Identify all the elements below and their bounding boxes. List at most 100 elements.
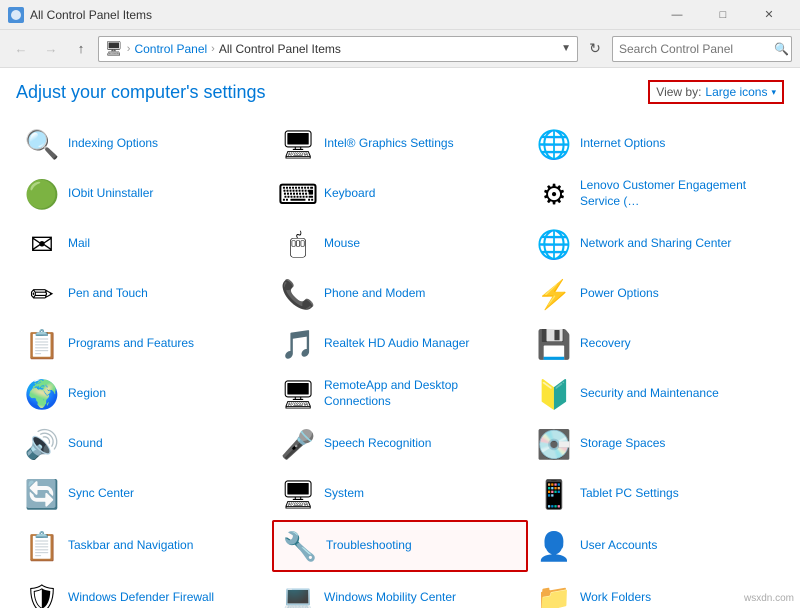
- grid-item-security[interactable]: 🔰Security and Maintenance: [528, 370, 784, 418]
- storage-icon: 💽: [536, 426, 572, 462]
- grid-item-indexing-options[interactable]: 🔍Indexing Options: [16, 120, 272, 168]
- remoteapp-icon: 🖥: [280, 376, 316, 412]
- grid-item-windows-defender[interactable]: 🛡 Windows Defender Firewall: [16, 574, 272, 608]
- grid-item-user-accounts[interactable]: 👤User Accounts: [528, 520, 784, 572]
- iobit-uninstaller-icon: 🟢: [24, 176, 60, 212]
- search-box[interactable]: 🔍: [612, 36, 792, 62]
- main: Adjust your computer's settings View by:…: [0, 68, 800, 608]
- view-by-control[interactable]: View by: Large icons ▾: [648, 80, 784, 104]
- grid-item-troubleshooting[interactable]: 🔧Troubleshooting: [272, 520, 528, 572]
- speech-label: Speech Recognition: [324, 436, 431, 452]
- address-box[interactable]: 🖥 › Control Panel › All Control Panel It…: [98, 36, 578, 62]
- addressbar: ← → ↑ 🖥 › Control Panel › All Control Pa…: [0, 30, 800, 68]
- pen-touch-icon: ✏: [24, 276, 60, 312]
- titlebar-icon: [8, 7, 24, 23]
- sync-center-label: Sync Center: [68, 486, 134, 502]
- programs-icon: 📋: [24, 326, 60, 362]
- grid-item-taskbar[interactable]: 📋 Taskbar and Navigation: [16, 520, 272, 572]
- refresh-button[interactable]: ↻: [582, 36, 608, 62]
- network-label: Network and Sharing Center: [580, 236, 731, 252]
- content-area: Adjust your computer's settings View by:…: [0, 68, 800, 608]
- watermark: wsxdn.com: [744, 593, 794, 604]
- maximize-button[interactable]: □: [700, 0, 746, 30]
- forward-button[interactable]: →: [38, 36, 64, 62]
- grid-item-internet-options[interactable]: 🌐 Internet Options: [528, 120, 784, 168]
- windows-defender-icon: 🛡: [24, 580, 60, 608]
- search-icon: 🔍: [774, 42, 789, 56]
- mouse-label: Mouse: [324, 236, 360, 252]
- grid-item-programs[interactable]: 📋Programs and Features: [16, 320, 272, 368]
- grid-item-mail[interactable]: ✉Mail: [16, 220, 272, 268]
- tablet-pc-label: Tablet PC Settings: [580, 486, 679, 502]
- sound-icon: 🔊: [24, 426, 60, 462]
- grid-item-tablet-pc[interactable]: 📱 Tablet PC Settings: [528, 470, 784, 518]
- network-icon: 🌐: [536, 226, 572, 262]
- mail-label: Mail: [68, 236, 90, 252]
- grid-item-power[interactable]: ⚡Power Options: [528, 270, 784, 318]
- phone-modem-label: Phone and Modem: [324, 286, 425, 302]
- grid-item-storage[interactable]: 💽 Storage Spaces: [528, 420, 784, 468]
- remoteapp-label: RemoteApp and Desktop Connections: [324, 378, 520, 409]
- storage-label: Storage Spaces: [580, 436, 665, 452]
- grid-item-intel-graphics[interactable]: 🖥 Intel® Graphics Settings: [272, 120, 528, 168]
- windows-defender-label: Windows Defender Firewall: [68, 590, 214, 606]
- internet-options-icon: 🌐: [536, 126, 572, 162]
- grid-item-lenovo[interactable]: ⚙Lenovo Customer Engagement Service (…: [528, 170, 784, 218]
- titlebar: All Control Panel Items — □ ✕: [0, 0, 800, 30]
- back-button[interactable]: ←: [8, 36, 34, 62]
- windows-mobility-icon: 💻: [280, 580, 316, 608]
- grid-item-region[interactable]: 🌍Region: [16, 370, 272, 418]
- pen-touch-label: Pen and Touch: [68, 286, 148, 302]
- security-label: Security and Maintenance: [580, 386, 719, 402]
- address-dropdown-icon[interactable]: ▼: [561, 43, 571, 54]
- indexing-options-label: Indexing Options: [68, 136, 158, 152]
- work-folders-icon: 📁: [536, 580, 572, 608]
- grid-item-remoteapp[interactable]: 🖥 RemoteApp and Desktop Connections: [272, 370, 528, 418]
- taskbar-icon: 📋: [24, 528, 60, 564]
- troubleshooting-label: Troubleshooting: [326, 538, 412, 554]
- taskbar-label: Taskbar and Navigation: [68, 538, 193, 554]
- grid-item-speech[interactable]: 🎤Speech Recognition: [272, 420, 528, 468]
- search-input[interactable]: [619, 42, 774, 56]
- close-button[interactable]: ✕: [746, 0, 792, 30]
- address-path: 🖥 › Control Panel › All Control Panel It…: [105, 40, 557, 57]
- up-button[interactable]: ↑: [68, 36, 94, 62]
- lenovo-label: Lenovo Customer Engagement Service (…: [580, 178, 776, 209]
- grid-item-pen-touch[interactable]: ✏ Pen and Touch: [16, 270, 272, 318]
- keyboard-icon: ⌨: [280, 176, 316, 212]
- view-by-value[interactable]: Large icons: [705, 85, 767, 99]
- grid-item-sound[interactable]: 🔊Sound: [16, 420, 272, 468]
- work-folders-label: Work Folders: [580, 590, 651, 606]
- grid-item-windows-mobility[interactable]: 💻Windows Mobility Center: [272, 574, 528, 608]
- breadcrumb-control-panel[interactable]: Control Panel: [134, 42, 207, 56]
- breadcrumb-icon: 🖥: [105, 40, 123, 57]
- system-icon: 🖥: [280, 476, 316, 512]
- internet-options-label: Internet Options: [580, 136, 665, 152]
- realtek-label: Realtek HD Audio Manager: [324, 336, 469, 352]
- grid-item-sync-center[interactable]: 🔄 Sync Center: [16, 470, 272, 518]
- recovery-label: Recovery: [580, 336, 631, 352]
- grid-item-network[interactable]: 🌐 Network and Sharing Center: [528, 220, 784, 268]
- grid-item-recovery[interactable]: 💾 Recovery: [528, 320, 784, 368]
- content-header: Adjust your computer's settings View by:…: [16, 80, 784, 104]
- grid-item-keyboard[interactable]: ⌨ Keyboard: [272, 170, 528, 218]
- keyboard-label: Keyboard: [324, 186, 375, 202]
- grid-item-iobit-uninstaller[interactable]: 🟢IObit Uninstaller: [16, 170, 272, 218]
- minimize-button[interactable]: —: [654, 0, 700, 30]
- grid-item-system[interactable]: 🖥System: [272, 470, 528, 518]
- grid-item-phone-modem[interactable]: 📞Phone and Modem: [272, 270, 528, 318]
- titlebar-title: All Control Panel Items: [30, 8, 152, 22]
- sync-center-icon: 🔄: [24, 476, 60, 512]
- grid-item-mouse[interactable]: 🖱 Mouse: [272, 220, 528, 268]
- address-sep: ›: [127, 43, 131, 55]
- mouse-icon: 🖱: [280, 226, 316, 262]
- intel-graphics-icon: 🖥: [280, 126, 316, 162]
- intel-graphics-label: Intel® Graphics Settings: [324, 136, 454, 152]
- view-by-dropdown-icon[interactable]: ▾: [771, 87, 776, 98]
- titlebar-controls: — □ ✕: [654, 0, 792, 30]
- user-accounts-icon: 👤: [536, 528, 572, 564]
- titlebar-left: All Control Panel Items: [8, 7, 152, 23]
- tablet-pc-icon: 📱: [536, 476, 572, 512]
- recovery-icon: 💾: [536, 326, 572, 362]
- grid-item-realtek[interactable]: 🎵Realtek HD Audio Manager: [272, 320, 528, 368]
